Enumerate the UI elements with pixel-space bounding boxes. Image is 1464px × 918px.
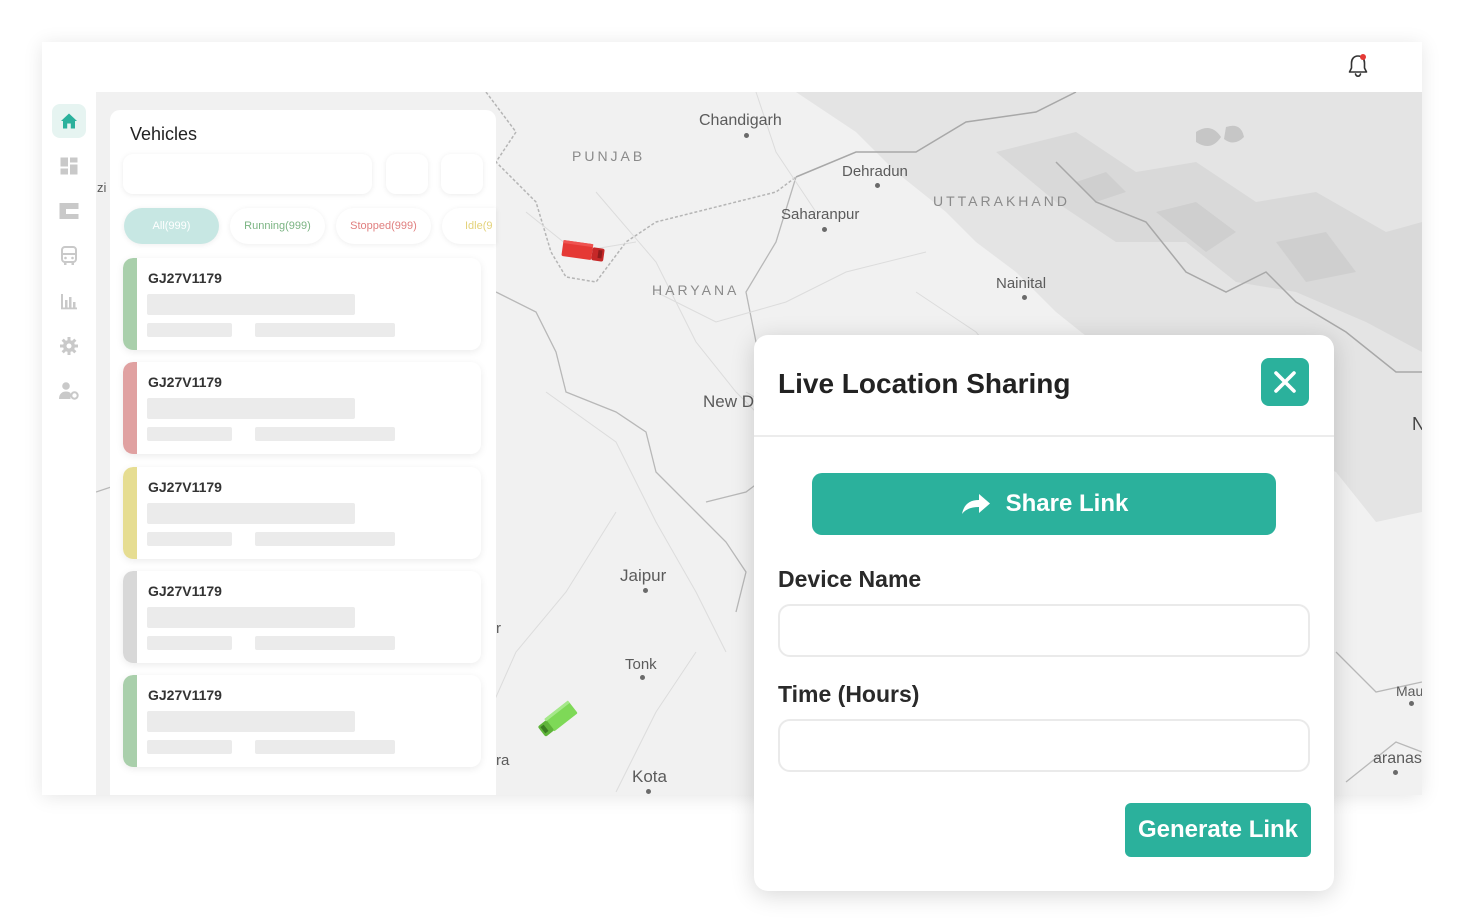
map-label-edge-zi: zi: [97, 180, 107, 195]
time-hours-input[interactable]: [778, 719, 1310, 772]
filter-chip-running[interactable]: Running(999): [230, 208, 325, 244]
skeleton-line: [255, 532, 395, 546]
modal-title: Live Location Sharing: [778, 368, 1071, 399]
map-label-mau: Mau: [1396, 683, 1422, 699]
sidebar-item-dashboard[interactable]: [52, 149, 86, 183]
share-arrow-icon: [961, 494, 990, 514]
gear-icon: [60, 337, 78, 355]
notification-dot: [1360, 54, 1366, 60]
map-dot-saharanpur: [822, 227, 827, 232]
vehicle-id: GJ27V1179: [148, 270, 222, 286]
map-label-uttarakhand: UTTARAKHAND: [933, 193, 1070, 209]
truck-stopped-marker[interactable]: [558, 238, 610, 268]
vehicle-id: GJ27V1179: [148, 687, 222, 703]
filter-chip-stopped[interactable]: Stopped(999): [336, 208, 431, 244]
live-location-modal: Live Location Sharing Share Link Device …: [754, 335, 1334, 891]
map-dot-jaipur: [643, 588, 648, 593]
device-name-input[interactable]: [778, 604, 1310, 657]
vehicle-card[interactable]: GJ27V1179: [123, 675, 481, 767]
vehicle-search-input[interactable]: [123, 154, 372, 194]
status-stripe: [123, 571, 137, 663]
generate-link-button[interactable]: Generate Link: [1125, 803, 1311, 857]
map-label-nainital: Nainital: [996, 275, 1047, 292]
skeleton-line: [255, 427, 395, 441]
filter-chip-all[interactable]: All(999): [124, 208, 219, 244]
vehicle-card[interactable]: GJ27V1179: [123, 467, 481, 559]
vehicles-panel: Vehicles All(999) Running(999) Stopped(9…: [110, 110, 496, 795]
filter-button[interactable]: [386, 154, 428, 194]
close-icon: [1274, 371, 1296, 393]
map-label-edge-r: r: [496, 620, 501, 637]
vehicle-card[interactable]: GJ27V1179: [123, 362, 481, 454]
skeleton-line: [255, 636, 395, 650]
status-stripe: [123, 467, 137, 559]
map-dot-chandigarh: [744, 133, 749, 138]
sidebar-item-user-settings[interactable]: [52, 374, 86, 408]
modal-divider: [754, 435, 1334, 437]
time-hours-label: Time (Hours): [778, 681, 920, 707]
sidebar-item-reports[interactable]: [52, 284, 86, 318]
sidebar-item-home[interactable]: [52, 104, 86, 138]
vehicle-id: GJ27V1179: [148, 583, 222, 599]
vehicle-card[interactable]: GJ27V1179: [123, 571, 481, 663]
skeleton-line: [147, 607, 355, 628]
top-bar: [42, 42, 1422, 92]
map-label-punjab: PUNJAB: [572, 148, 646, 164]
map-dot-mau: [1409, 701, 1414, 706]
map-label-varanasi: aranasi: [1373, 750, 1422, 767]
map-label-tonk: Tonk: [625, 656, 657, 673]
skeleton-line: [147, 711, 355, 732]
skeleton-line: [255, 323, 395, 337]
map-label-edge-n: N: [1412, 414, 1422, 434]
map-label-dehradun: Dehradun: [842, 163, 908, 180]
sidebar: [42, 92, 96, 795]
close-button[interactable]: [1261, 358, 1309, 406]
device-name-label: Device Name: [778, 566, 922, 592]
skeleton-line: [147, 294, 355, 315]
filter-chip-idle[interactable]: Idle(9: [442, 208, 496, 244]
sidebar-item-vehicles[interactable]: [52, 239, 86, 273]
skeleton-line: [147, 323, 232, 337]
sort-button[interactable]: [441, 154, 483, 194]
map-label-saharanpur: Saharanpur: [781, 206, 860, 223]
skeleton-line: [255, 740, 395, 754]
skeleton-line: [147, 398, 355, 419]
skeleton-line: [147, 427, 232, 441]
sidebar-item-settings[interactable]: [52, 329, 86, 363]
user-settings-icon: [59, 382, 79, 400]
map-dot-tonk: [640, 675, 645, 680]
map-label-jaipur: Jaipur: [620, 566, 667, 585]
status-stripe: [123, 258, 137, 350]
bus-icon: [61, 246, 77, 265]
layout-icon: [59, 203, 79, 219]
vehicle-card[interactable]: GJ27V1179: [123, 258, 481, 350]
skeleton-line: [147, 532, 232, 546]
bar-chart-icon: [61, 294, 77, 310]
map-label-haryana: HARYANA: [652, 282, 740, 298]
vehicle-id: GJ27V1179: [148, 374, 222, 390]
share-link-button[interactable]: Share Link: [812, 473, 1276, 535]
truck-running-marker[interactable]: [536, 692, 592, 738]
vehicle-id: GJ27V1179: [148, 479, 222, 495]
map-label-edge-ra: ra: [496, 752, 510, 769]
vehicles-panel-title: Vehicles: [130, 124, 198, 144]
home-icon: [61, 113, 77, 129]
share-link-label: Share Link: [1005, 490, 1129, 517]
map-dot-nainital: [1022, 295, 1027, 300]
skeleton-line: [147, 636, 232, 650]
map-label-chandigarh: Chandigarh: [699, 112, 782, 129]
map-dot-kota: [646, 789, 651, 794]
skeleton-line: [147, 503, 355, 524]
skeleton-line: [147, 740, 232, 754]
bell-icon[interactable]: [1346, 53, 1370, 79]
sidebar-item-layout[interactable]: [52, 194, 86, 228]
map-label-kota: Kota: [632, 767, 667, 786]
map-dot-varanasi: [1393, 770, 1398, 775]
status-stripe: [123, 362, 137, 454]
dashboard-icon: [60, 157, 78, 175]
status-stripe: [123, 675, 137, 767]
map-dot-dehradun: [875, 183, 880, 188]
